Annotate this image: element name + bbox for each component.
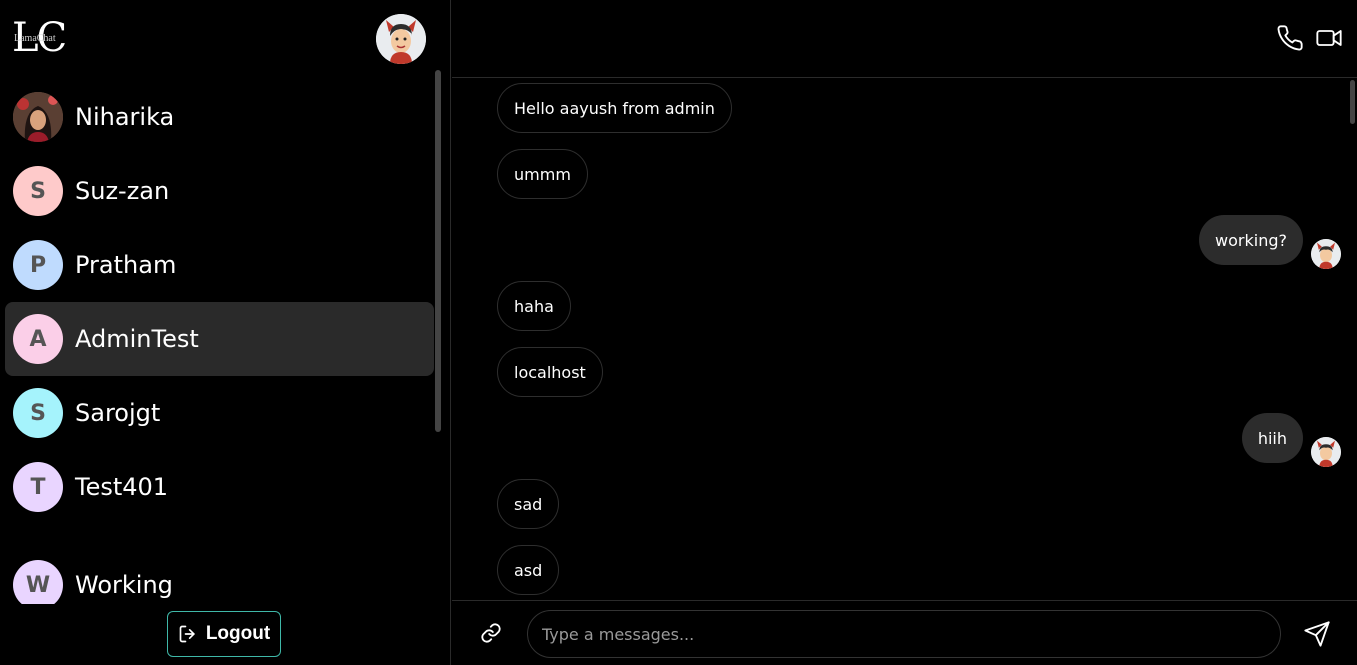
contact-name: Sarojgt (75, 399, 161, 427)
outgoing-message: working? (1199, 215, 1303, 265)
incoming-message: localhost (497, 347, 603, 397)
outgoing-message: hiih (1241, 413, 1303, 463)
contact-name: Niharika (75, 103, 175, 131)
contact-item-admintest[interactable]: A AdminTest (5, 302, 434, 376)
incoming-message: Hello aayush from admin (497, 83, 732, 133)
sender-avatar (1311, 437, 1341, 467)
logout-icon (179, 625, 195, 643)
logout-button[interactable]: Logout (167, 611, 281, 657)
contact-name: Suz-zan (75, 177, 170, 205)
message-list[interactable]: Hello aayush from admin ummm working? ha… (452, 79, 1357, 600)
logo-subtitle: LamaChat (14, 33, 56, 44)
contact-item-niharika[interactable]: Niharika (5, 80, 434, 154)
contact-list-scrollbar[interactable] (435, 70, 441, 432)
contact-avatar: T (13, 462, 63, 512)
incoming-message: ummm (497, 149, 588, 199)
contact-item-pratham[interactable]: P Pratham (5, 228, 434, 302)
sender-avatar (1311, 239, 1341, 269)
contact-avatar: S (13, 166, 63, 216)
contact-item-test401[interactable]: T Test401 (5, 450, 434, 524)
incoming-message: haha (497, 281, 571, 331)
contact-list[interactable]: Niharika S Suz-zan P Pratham A AdminTest… (5, 80, 434, 604)
incoming-message: sad (497, 479, 560, 529)
logout-label: Logout (205, 623, 271, 644)
contact-avatar: P (13, 240, 63, 290)
contact-avatar: W (13, 560, 63, 604)
contact-item-working[interactable]: W Working (5, 548, 434, 604)
message-list-scrollbar[interactable] (1350, 80, 1355, 124)
contact-name: Test401 (75, 473, 169, 501)
contact-avatar: S (13, 388, 63, 438)
current-user-avatar[interactable] (376, 14, 426, 64)
app-logo: LC LamaChat (12, 18, 67, 60)
contact-avatar: A (13, 314, 63, 364)
link-icon[interactable] (480, 622, 502, 644)
phone-icon[interactable] (1276, 24, 1304, 52)
contact-name: AdminTest (75, 325, 199, 353)
incoming-message: asd (497, 545, 560, 595)
contact-name: Working (75, 571, 173, 599)
message-input[interactable] (527, 610, 1281, 658)
contact-avatar (13, 92, 63, 142)
video-icon[interactable] (1315, 24, 1343, 52)
sidebar: LC LamaChat Niharika S Suz-zan P Pratham… (0, 0, 451, 665)
chat-panel: Hello aayush from admin ummm working? ha… (452, 0, 1357, 665)
contact-item-suz-zan[interactable]: S Suz-zan (5, 154, 434, 228)
chat-header (452, 0, 1357, 78)
contact-item-sarojgt[interactable]: S Sarojgt (5, 376, 434, 450)
send-icon[interactable] (1303, 620, 1331, 648)
contact-name: Pratham (75, 251, 177, 279)
message-composer (452, 600, 1357, 665)
